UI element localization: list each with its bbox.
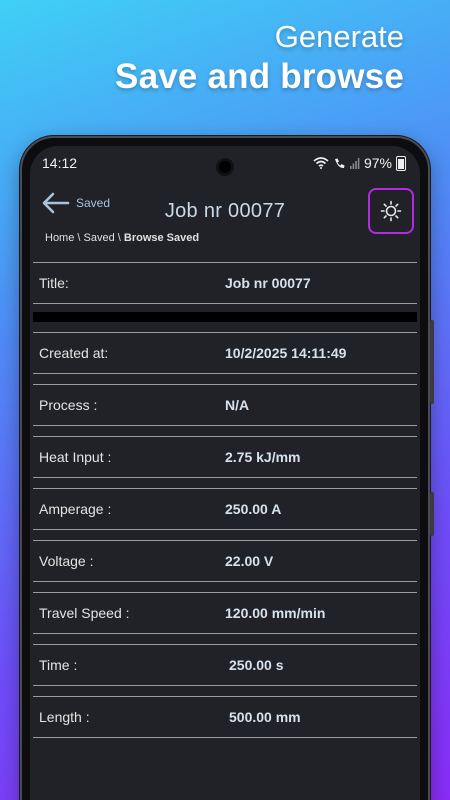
field-value: Job nr 00077 — [225, 275, 311, 291]
app-bar: Saved Job nr 00077 Home \ Saved \ Browse… — [30, 184, 420, 254]
battery-percent: 97% — [363, 155, 392, 171]
field-label: Heat Input : — [39, 449, 112, 465]
field-label: Created at: — [39, 345, 109, 361]
field-value: 120.00 mm/min — [225, 605, 326, 621]
field-row-created-at: Created at: 10/2/2025 14:11:49 — [33, 332, 417, 374]
field-row-travel-speed: Travel Speed : 120.00 mm/min — [33, 592, 417, 634]
theme-toggle-button[interactable] — [368, 188, 414, 234]
job-details-list: Title: Job nr 00077 Created at: 10/2/202… — [33, 262, 417, 748]
call-icon — [334, 158, 345, 168]
wifi-icon — [313, 157, 329, 169]
field-row-voltage: Voltage : 22.00 V — [33, 540, 417, 582]
battery-icon — [396, 155, 406, 171]
field-label: Voltage : — [39, 553, 94, 569]
field-row-time: Time : 250.00 s — [33, 644, 417, 686]
breadcrumb: Home \ Saved \ Browse Saved — [45, 232, 199, 244]
phone-frame: 14:12 97% Saved Job nr 00077 Home \ Save… — [20, 136, 434, 800]
signal-icon — [349, 158, 360, 169]
status-time: 14:12 — [42, 155, 78, 171]
field-value: 10/2/2025 14:11:49 — [225, 345, 347, 361]
power-button — [430, 492, 434, 536]
field-value: N/A — [225, 397, 250, 413]
field-label: Process : — [39, 397, 98, 413]
field-label: Length : — [39, 709, 90, 725]
breadcrumb-path: Home \ Saved \ — [45, 232, 124, 244]
field-row-amperage: Amperage : 250.00 A — [33, 488, 417, 530]
app-screen: 14:12 97% Saved Job nr 00077 Home \ Save… — [30, 146, 420, 800]
field-value: 250.00 s — [229, 657, 284, 673]
field-row-title: Title: Job nr 00077 — [33, 262, 417, 304]
field-value: 500.00 mm — [229, 709, 301, 725]
page-title: Job nr 00077 — [164, 200, 286, 222]
field-label: Amperage : — [39, 501, 112, 517]
field-row-process: Process : N/A — [33, 384, 417, 426]
promo-line-2: Save and browse — [115, 57, 404, 96]
divider-bar — [33, 312, 417, 322]
sun-icon — [380, 200, 402, 222]
field-value: 2.75 kJ/mm — [225, 449, 301, 465]
promo-headline: Generate Save and browse — [115, 18, 404, 98]
field-row-heat-input: Heat Input : 2.75 kJ/mm — [33, 436, 417, 478]
status-icons: 97% — [313, 155, 406, 171]
field-label: Time : — [39, 657, 78, 673]
promo-line-1: Generate — [274, 19, 404, 54]
field-label: Travel Speed : — [39, 605, 130, 621]
field-value: 250.00 A — [225, 501, 282, 517]
field-label: Title: — [39, 275, 69, 291]
volume-button — [430, 320, 434, 404]
front-camera — [216, 158, 234, 176]
breadcrumb-current: Browse Saved — [123, 232, 200, 244]
field-row-length: Length : 500.00 mm — [33, 696, 417, 738]
field-value: 22.00 V — [225, 553, 274, 569]
